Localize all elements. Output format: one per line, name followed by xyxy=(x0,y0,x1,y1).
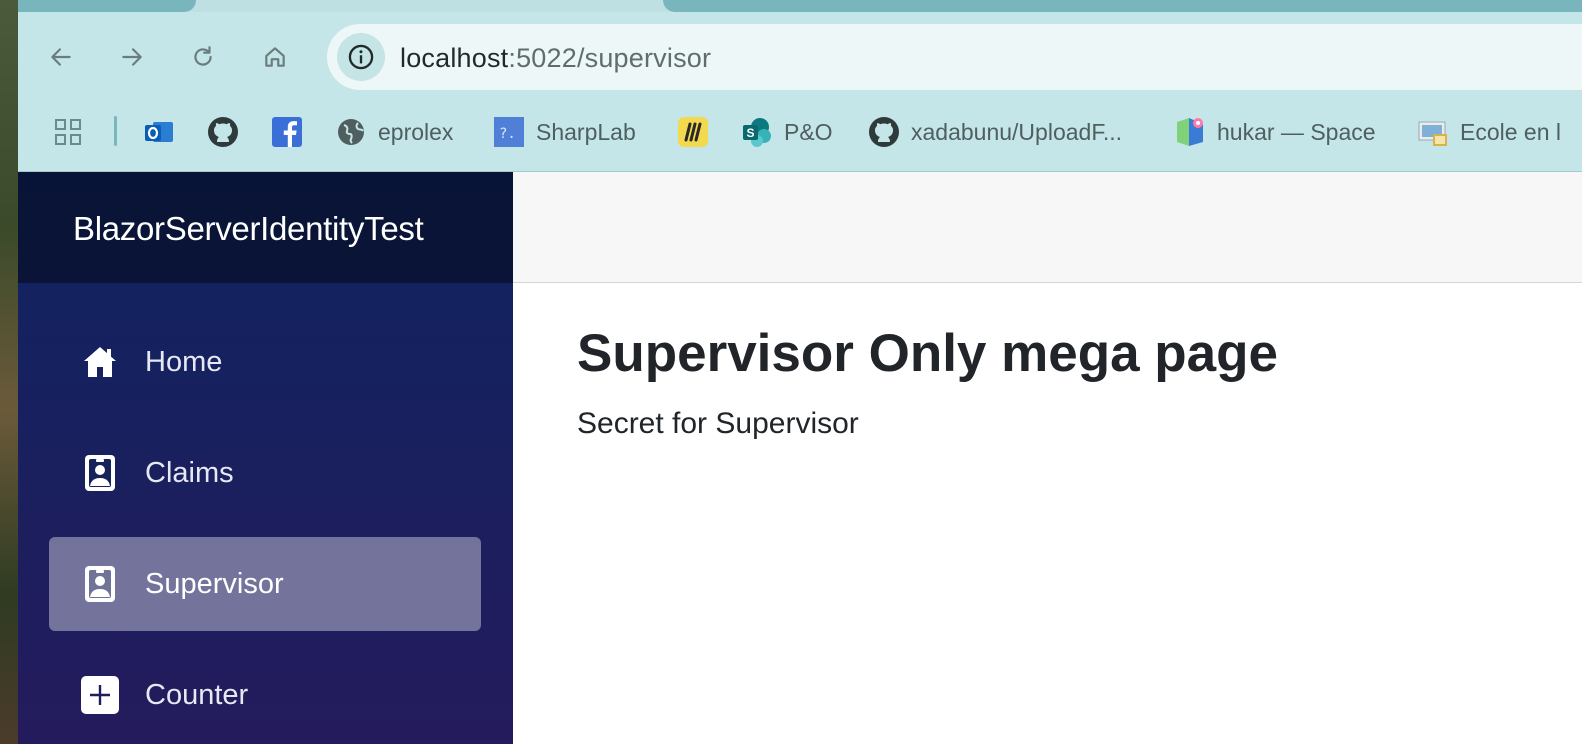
svg-text:S: S xyxy=(747,126,755,140)
bookmark-ecole[interactable]: Ecole en l xyxy=(1417,114,1561,150)
home-button[interactable] xyxy=(260,42,290,72)
bookmark-hukar-space[interactable]: hukar — Space xyxy=(1174,114,1376,150)
nav-item-supervisor[interactable]: Supervisor xyxy=(49,537,481,631)
arrow-left-icon xyxy=(51,48,71,66)
bookmark-eprolex[interactable]: eprolex xyxy=(335,114,453,150)
sidebar: BlazorServerIdentityTest Home Claims Sup… xyxy=(18,172,513,744)
top-row xyxy=(513,172,1582,283)
bookmark-label: P&O xyxy=(784,118,833,145)
bookmark-label: SharpLab xyxy=(536,118,636,145)
reload-button[interactable] xyxy=(188,42,218,72)
globe-icon xyxy=(335,116,367,148)
bookmark-facebook[interactable] xyxy=(271,114,303,150)
page-title: Supervisor Only mega page xyxy=(577,324,1279,383)
nav-item-home[interactable]: Home xyxy=(49,315,481,409)
desktop-background xyxy=(0,0,18,744)
url-text[interactable]: localhost:5022/supervisor xyxy=(400,43,711,74)
space-icon xyxy=(1174,116,1206,148)
bookmarks-bar: eprolex ?. SharpLab S P&O xadabunu/Uploa… xyxy=(18,100,1582,172)
bookmarks-separator xyxy=(114,116,117,146)
bookmark-label: eprolex xyxy=(378,118,454,145)
bookmark-apps[interactable] xyxy=(52,114,84,150)
bookmark-github[interactable] xyxy=(207,114,239,150)
info-icon xyxy=(348,44,374,70)
miro-icon xyxy=(677,116,709,148)
bookmark-uploadf[interactable]: xadabunu/UploadF... xyxy=(868,114,1122,150)
nav-item-label: Home xyxy=(145,346,223,378)
browser-toolbar: localhost:5022/supervisor xyxy=(18,12,1582,100)
nav-item-label: Supervisor xyxy=(145,568,284,600)
reload-icon xyxy=(194,46,212,66)
forward-button[interactable] xyxy=(117,42,147,72)
bookmark-po[interactable]: S P&O xyxy=(741,114,833,150)
github-icon xyxy=(868,116,900,148)
nav-item-label: Counter xyxy=(145,679,249,711)
tab-inactive-right[interactable] xyxy=(663,0,1582,12)
bookmark-label: xadabunu/UploadF... xyxy=(911,118,1122,145)
nav-item-label: Claims xyxy=(145,457,234,489)
tab-inactive-left[interactable] xyxy=(18,0,196,12)
school-icon xyxy=(1417,116,1449,148)
app-brand[interactable]: BlazorServerIdentityTest xyxy=(73,210,424,248)
browser-window: localhost:5022/supervisor eprolex ?. Sha… xyxy=(18,0,1582,744)
page-text: Secret for Supervisor xyxy=(577,407,859,440)
url-host: localhost xyxy=(400,43,509,73)
nav-item-counter[interactable]: Counter xyxy=(49,648,481,742)
outlook-icon xyxy=(143,116,175,148)
sharplab-icon: ?. xyxy=(493,116,525,148)
nav-item-claims[interactable]: Claims xyxy=(49,426,481,520)
home-outline-icon xyxy=(265,47,285,67)
arrow-right-icon xyxy=(122,48,142,66)
bookmark-label: Ecole en l xyxy=(1460,118,1562,145)
bookmark-sharplab[interactable]: ?. SharpLab xyxy=(493,114,636,150)
github-icon xyxy=(207,116,239,148)
sharepoint-icon: S xyxy=(741,116,773,148)
bookmark-label: hukar — Space xyxy=(1217,118,1376,145)
plus-square-icon xyxy=(80,675,120,715)
home-icon xyxy=(80,342,120,382)
apps-grid-icon xyxy=(52,116,84,148)
svg-text:?.: ?. xyxy=(499,126,516,142)
main-content: Supervisor Only mega page Secret for Sup… xyxy=(513,283,1582,744)
bookmark-miro[interactable] xyxy=(677,114,709,150)
facebook-icon xyxy=(271,116,303,148)
back-button[interactable] xyxy=(46,42,76,72)
url-path: :5022/supervisor xyxy=(508,43,712,73)
address-bar[interactable]: localhost:5022/supervisor xyxy=(327,24,1582,90)
badge-icon xyxy=(80,564,120,604)
site-info-button[interactable] xyxy=(337,33,385,81)
sidebar-header: BlazorServerIdentityTest xyxy=(18,172,513,283)
badge-icon xyxy=(80,453,120,493)
bookmark-outlook[interactable] xyxy=(143,114,175,150)
